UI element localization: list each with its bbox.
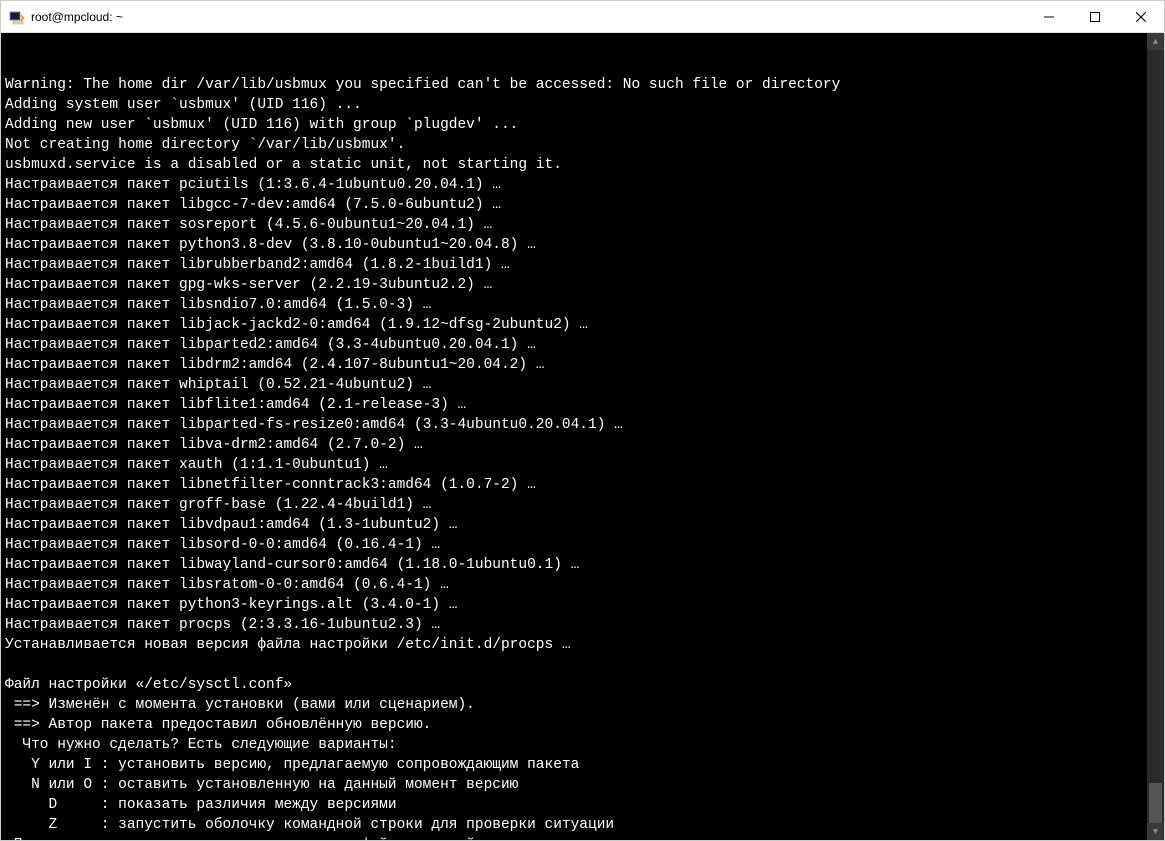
- terminal-line: Настраивается пакет python3.8-dev (3.8.1…: [5, 235, 1160, 255]
- terminal-line: Настраивается пакет libwayland-cursor0:a…: [5, 555, 1160, 575]
- terminal-line: Настраивается пакет sosreport (4.5.6-0ub…: [5, 215, 1160, 235]
- terminal-line: N или O : оставить установленную на данн…: [5, 775, 1160, 795]
- terminal-line: Настраивается пакет libsratom-0-0:amd64 …: [5, 575, 1160, 595]
- terminal-line: Adding new user `usbmux' (UID 116) with …: [5, 115, 1160, 135]
- terminal-line: Настраивается пакет xauth (1:1.1-0ubuntu…: [5, 455, 1160, 475]
- terminal-line: Настраивается пакет libdrm2:amd64 (2.4.1…: [5, 355, 1160, 375]
- putty-icon: [9, 9, 25, 25]
- terminal-line: Настраивается пакет libparted2:amd64 (3.…: [5, 335, 1160, 355]
- terminal-line: Настраивается пакет whiptail (0.52.21-4u…: [5, 375, 1160, 395]
- terminal-line: Настраивается пакет libva-drm2:amd64 (2.…: [5, 435, 1160, 455]
- terminal-line: Настраивается пакет python3-keyrings.alt…: [5, 595, 1160, 615]
- terminal-line: Настраивается пакет libjack-jackd2-0:amd…: [5, 315, 1160, 335]
- terminal-line: Adding system user `usbmux' (UID 116) ..…: [5, 95, 1160, 115]
- terminal-line: [5, 655, 1160, 675]
- terminal-line: usbmuxd.service is a disabled or a stati…: [5, 155, 1160, 175]
- window-title: root@mpcloud: ~: [31, 10, 1026, 24]
- terminal-line: Warning: The home dir /var/lib/usbmux yo…: [5, 75, 1160, 95]
- scrollbar-track[interactable]: [1147, 50, 1164, 823]
- maximize-button[interactable]: [1072, 1, 1118, 32]
- minimize-button[interactable]: [1026, 1, 1072, 32]
- vertical-scrollbar[interactable]: ▲ ▼: [1147, 33, 1164, 840]
- terminal-line: Настраивается пакет libgcc-7-dev:amd64 (…: [5, 195, 1160, 215]
- scroll-down-button[interactable]: ▼: [1147, 823, 1164, 840]
- terminal-line: Y или I : установить версию, предлагаему…: [5, 755, 1160, 775]
- terminal-line: Что нужно сделать? Есть следующие вариан…: [5, 735, 1160, 755]
- terminal-line: Настраивается пакет libsndio7.0:amd64 (1…: [5, 295, 1160, 315]
- terminal-line: Настраивается пакет libnetfilter-conntra…: [5, 475, 1160, 495]
- terminal-line: Настраивается пакет librubberband2:amd64…: [5, 255, 1160, 275]
- terminal-line: Настраивается пакет groff-base (1.22.4-4…: [5, 495, 1160, 515]
- terminal-line: Настраивается пакет libsord-0-0:amd64 (0…: [5, 535, 1160, 555]
- terminal-line: Настраивается пакет libvdpau1:amd64 (1.3…: [5, 515, 1160, 535]
- window-controls: [1026, 1, 1164, 32]
- terminal-line: ==> Автор пакета предоставил обновлённую…: [5, 715, 1160, 735]
- terminal-line: По умолчанию сохраняется текущая версия …: [5, 835, 1160, 840]
- terminal-line: Файл настройки «/etc/sysctl.conf»: [5, 675, 1160, 695]
- terminal-line: Настраивается пакет libparted-fs-resize0…: [5, 415, 1160, 435]
- scrollbar-thumb[interactable]: [1149, 783, 1162, 823]
- close-button[interactable]: [1118, 1, 1164, 32]
- window-titlebar: root@mpcloud: ~: [1, 1, 1164, 33]
- terminal-line: Настраивается пакет pciutils (1:3.6.4-1u…: [5, 175, 1160, 195]
- terminal-line: Настраивается пакет procps (2:3.3.16-1ub…: [5, 615, 1160, 635]
- terminal-line: Настраивается пакет libflite1:amd64 (2.1…: [5, 395, 1160, 415]
- terminal-line: Z : запустить оболочку командной строки …: [5, 815, 1160, 835]
- scroll-up-button[interactable]: ▲: [1147, 33, 1164, 50]
- terminal-line: Настраивается пакет gpg-wks-server (2.2.…: [5, 275, 1160, 295]
- terminal-line: ==> Изменён с момента установки (вами ил…: [5, 695, 1160, 715]
- terminal-line: Устанавливается новая версия файла настр…: [5, 635, 1160, 655]
- terminal-viewport[interactable]: Warning: The home dir /var/lib/usbmux yo…: [1, 33, 1164, 840]
- terminal-output: Warning: The home dir /var/lib/usbmux yo…: [5, 75, 1160, 840]
- terminal-line: D : показать различия между версиями: [5, 795, 1160, 815]
- terminal-line: Not creating home directory `/var/lib/us…: [5, 135, 1160, 155]
